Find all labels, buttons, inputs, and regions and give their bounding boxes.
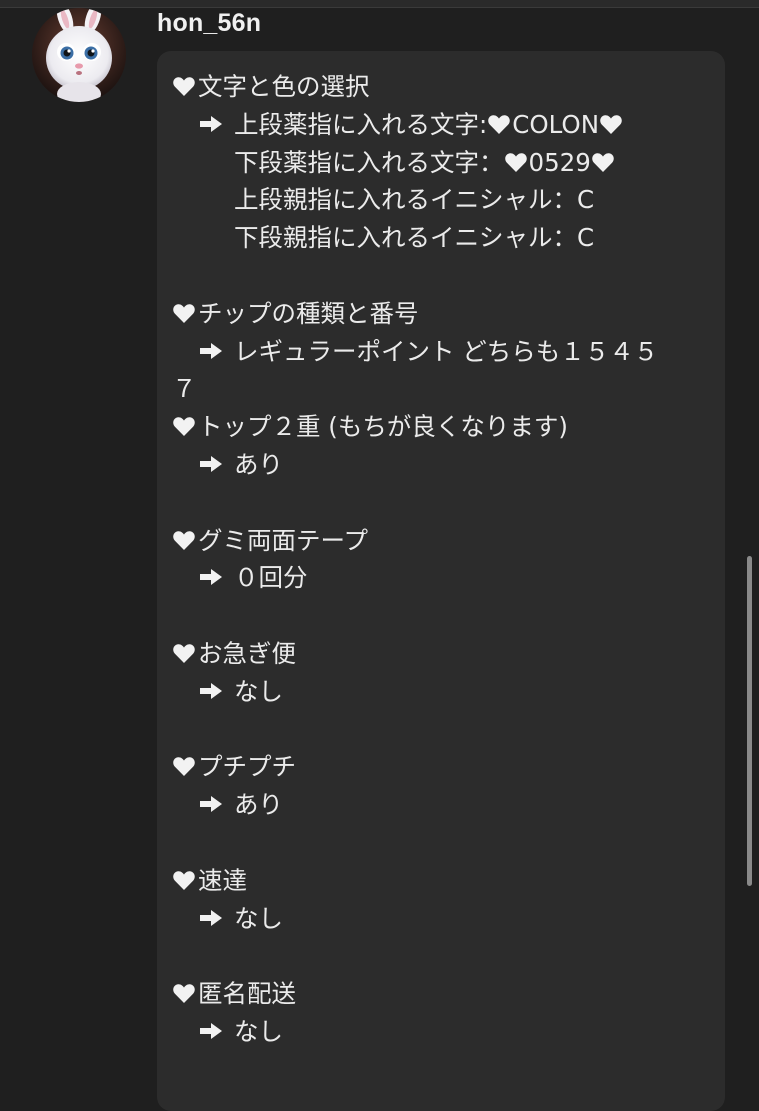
field-value: あり [234, 790, 283, 820]
value-line: あり [172, 786, 712, 824]
heading-line: 速達 [172, 862, 712, 900]
message-body: 文字と色の選択 上段薬指に入れる文字: COLON 下段薬指に入れる文字： 0529… [172, 68, 712, 1051]
heart-icon [600, 115, 622, 134]
field-label: 上段薬指に入れる文字: [234, 109, 488, 139]
field-value: ０回分 [234, 563, 308, 593]
value-line: レギュラーポイント どちらも１５４５ [172, 333, 712, 371]
section-heading: トップ２重 (もちが良くなります) [198, 412, 568, 442]
heading-line: 文字と色の選択 [172, 68, 712, 106]
value-line: 下段薬指に入れる文字： 0529 [172, 144, 712, 182]
heart-icon [173, 871, 195, 890]
field-value: 0529 [528, 147, 591, 177]
arrow-right-icon [200, 796, 222, 813]
value-line: なし [172, 900, 712, 938]
arrow-right-icon [200, 455, 222, 472]
heart-icon [173, 77, 195, 96]
section-heading: 速達 [198, 865, 247, 895]
heart-icon [592, 152, 614, 172]
arrow-right-icon [200, 682, 222, 699]
section-heading: チップの種類と番号 [198, 298, 419, 328]
value-line: ７ [172, 374, 197, 404]
scrollbar-thumb[interactable] [747, 556, 752, 886]
username[interactable]: hon_56n [157, 9, 261, 38]
section-heading: 匿名配送 [198, 979, 296, 1009]
avatar-bunny-icon [32, 8, 126, 102]
heart-icon [504, 152, 527, 172]
heart-icon [173, 644, 195, 663]
section-heading: プチプチ [198, 752, 296, 782]
section-heading: お急ぎ便 [198, 638, 296, 668]
field-value: COLON [512, 109, 600, 139]
section-heading: 文字と色の選択 [198, 72, 370, 101]
heart-icon [488, 115, 511, 134]
arrow-right-icon [200, 1022, 222, 1039]
field-label: 下段薬指に入れる文字： [234, 147, 504, 177]
arrow-right-icon [200, 569, 222, 586]
value-line: 上段親指に入れるイニシャル：C [234, 185, 595, 215]
top-divider [0, 0, 759, 8]
value-line: 上段薬指に入れる文字: COLON [172, 106, 712, 144]
avatar[interactable] [32, 8, 126, 102]
arrow-right-icon [200, 909, 222, 926]
heart-icon [173, 304, 195, 323]
field-value: あり [234, 449, 283, 479]
field-value: なし [234, 1016, 283, 1046]
heart-icon [173, 757, 195, 777]
field-value: なし [234, 903, 283, 933]
scrollbar-track[interactable] [744, 0, 759, 1080]
heading-line: グミ両面テープ [172, 522, 712, 560]
heading-line: トップ２重 (もちが良くなります) [172, 408, 712, 446]
section-heading: グミ両面テープ [198, 525, 369, 555]
arrow-right-icon [200, 115, 222, 132]
value-line: なし [172, 673, 712, 711]
field-value: レギュラーポイント どちらも１５４５ [234, 336, 659, 366]
heading-line: プチプチ [172, 748, 712, 786]
heading-line: お急ぎ便 [172, 635, 712, 673]
field-value: なし [234, 676, 283, 706]
heart-icon [173, 530, 195, 550]
heading-line: チップの種類と番号 [172, 295, 712, 333]
heart-icon [173, 984, 195, 1004]
value-line: ０回分 [172, 559, 712, 597]
value-line: 下段親指に入れるイニシャル：C [234, 223, 595, 253]
value-line: あり [172, 446, 712, 484]
heading-line: 匿名配送 [172, 975, 712, 1013]
arrow-right-icon [200, 342, 222, 359]
value-line: なし [172, 1013, 712, 1051]
heart-icon [173, 417, 195, 437]
